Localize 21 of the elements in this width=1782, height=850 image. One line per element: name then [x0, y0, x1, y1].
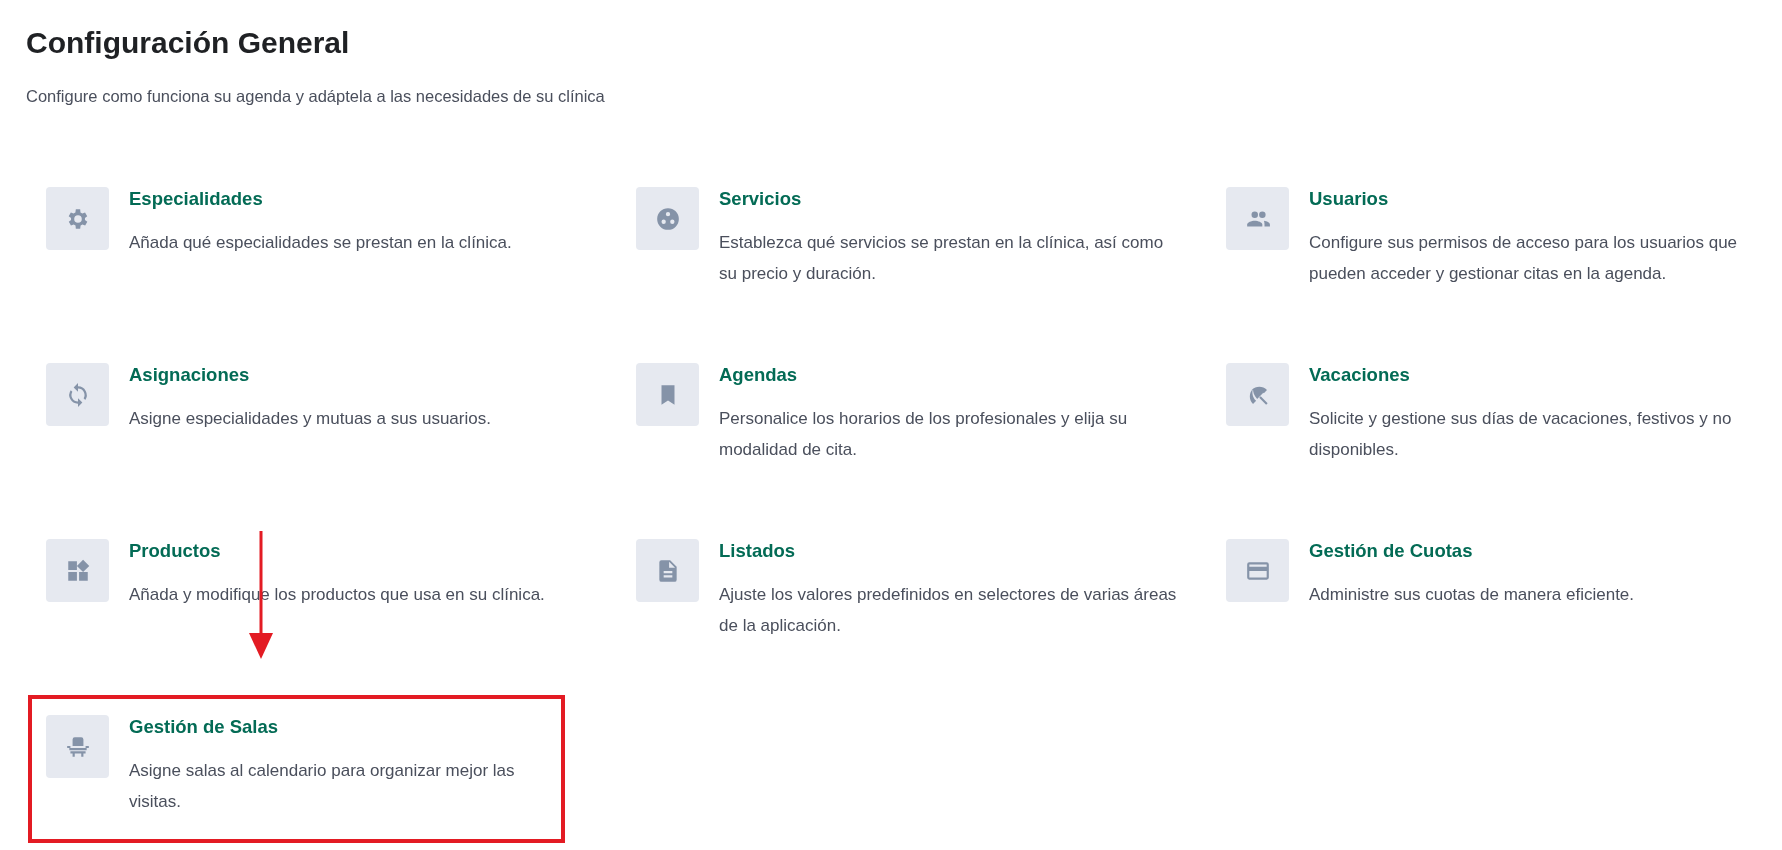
section-description: Establezca qué servicios se prestan en la clínica, así como su precio y duración. [719, 232, 1165, 285]
section-description: Añada qué especialidades se prestan en la clínica. [129, 232, 513, 254]
section-link[interactable]: Productos [129, 540, 221, 562]
section-link[interactable]: Gestión de Cuotas [1309, 540, 1473, 562]
section-description: Ajuste los valores predefinidos en selectores de varias áreas de la aplicación. [719, 584, 1178, 637]
section-link[interactable]: Especialidades [129, 188, 263, 210]
section-link[interactable]: Usuarios [1309, 188, 1389, 210]
section-description: Configure sus permisos de acceso para los usuarios que pueden acceder y gestionar citas en la agenda. [1309, 232, 1739, 285]
section-description: Administre sus cuotas de manera eficiente. [1309, 584, 1636, 606]
section-description: Asigne especialidades y mutuas a sus usuarios. [129, 408, 492, 430]
section-description: Solicite y gestione sus días de vacaciones, festivos y no disponibles. [1309, 408, 1733, 461]
section-link[interactable]: Asignaciones [129, 364, 250, 386]
page-subtitle: Configure como funciona su agenda y adáptela a las necesidades de su clínica [26, 87, 605, 106]
section-link[interactable]: Gestión de Salas [129, 716, 279, 738]
section-link[interactable]: Servicios [719, 188, 802, 210]
section-link[interactable]: Vacaciones [1309, 364, 1410, 386]
section-description: Personalice los horarios de los profesionales y elija su modalidad de cita. [719, 408, 1129, 461]
page-title: Configuración General [26, 26, 350, 60]
section-link[interactable]: Listados [719, 540, 796, 562]
section-link[interactable]: Agendas [719, 364, 798, 386]
section-description: Asigne salas al calendario para organizar mejor las visitas. [129, 760, 516, 813]
